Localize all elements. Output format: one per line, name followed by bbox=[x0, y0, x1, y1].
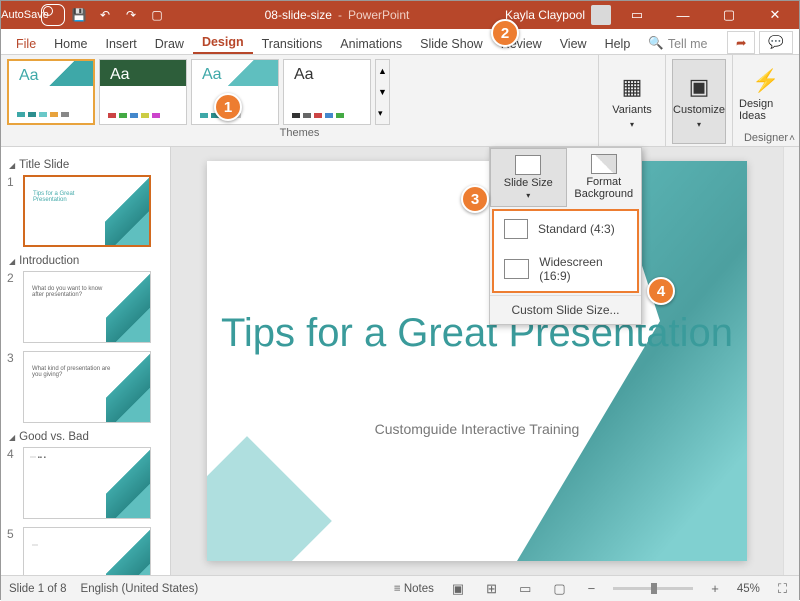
autosave-toggle[interactable]: AutoSave bbox=[13, 4, 65, 26]
callout-1: 1 bbox=[214, 93, 242, 121]
normal-view-icon[interactable]: ▣ bbox=[448, 579, 468, 599]
option-standard-43[interactable]: Standard (4:3) bbox=[494, 211, 637, 247]
fit-window-icon[interactable]: ⛶ bbox=[774, 579, 791, 599]
ribbon-tabs: File Home Insert Draw Design Transitions… bbox=[1, 29, 799, 55]
custom-slide-size-button[interactable]: Custom Slide Size... bbox=[490, 295, 641, 324]
format-bg-icon bbox=[591, 154, 617, 174]
vertical-scrollbar[interactable] bbox=[783, 147, 799, 575]
collapse-ribbon-icon[interactable]: ˄ bbox=[789, 133, 795, 144]
minimize-button[interactable]: — bbox=[663, 1, 703, 29]
zoom-in-button[interactable]: + bbox=[707, 579, 723, 598]
design-ideas-icon: ⚡ bbox=[752, 68, 779, 94]
window-title: 08-slide-size - PowerPoint bbox=[169, 8, 505, 22]
autosave-label: AutoSave bbox=[13, 4, 37, 26]
thumb-slide-3[interactable]: What kind of presentation areyou giving? bbox=[23, 351, 151, 423]
designer-group-label: Designer bbox=[739, 130, 793, 144]
theme-thumb-1[interactable]: Aa bbox=[7, 59, 95, 125]
zoom-out-button[interactable]: − bbox=[584, 579, 600, 598]
toggle-off-icon[interactable] bbox=[41, 4, 65, 26]
group-customize: ▣Customize▾ bbox=[666, 55, 733, 146]
group-variants: ▦Variants▾ bbox=[599, 55, 666, 146]
tab-help[interactable]: Help bbox=[596, 33, 640, 54]
tab-design[interactable]: Design bbox=[193, 31, 253, 54]
group-themes: Aa Aa Aa Aa ▲▼▾ Themes bbox=[1, 55, 599, 146]
callout-3: 3 bbox=[461, 185, 489, 213]
maximize-button[interactable]: ▢ bbox=[709, 1, 749, 29]
zoom-level[interactable]: 45% bbox=[737, 583, 760, 595]
customize-dropdown: Slide Size▾ Format Background Standard (… bbox=[489, 147, 642, 325]
thumb-slide-4[interactable]: ⋯ ▪▪ ▪ bbox=[23, 447, 151, 519]
tab-slideshow[interactable]: Slide Show bbox=[411, 33, 492, 54]
tab-home[interactable]: Home bbox=[45, 33, 96, 54]
slideshow-view-icon[interactable]: ▢ bbox=[549, 579, 569, 599]
variants-button[interactable]: ▦Variants▾ bbox=[605, 59, 659, 144]
thumb-slide-5[interactable]: ⋯ bbox=[23, 527, 151, 575]
slide-size-options: Standard (4:3) Widescreen (16:9) bbox=[492, 209, 639, 293]
variants-icon: ▦ bbox=[622, 74, 643, 100]
start-slideshow-icon[interactable]: ▢ bbox=[145, 4, 169, 26]
tab-animations[interactable]: Animations bbox=[331, 33, 411, 54]
undo-icon[interactable]: ↶ bbox=[93, 4, 117, 26]
lightbulb-icon: 🔍 bbox=[648, 36, 664, 51]
slide-title[interactable]: Tips for a Great Presentation bbox=[207, 311, 747, 356]
language-status[interactable]: English (United States) bbox=[81, 583, 199, 595]
option-widescreen-169[interactable]: Widescreen (16:9) bbox=[494, 247, 637, 291]
zoom-slider[interactable] bbox=[613, 587, 693, 590]
sorter-view-icon[interactable]: ⊞ bbox=[482, 579, 501, 599]
user-avatar[interactable] bbox=[591, 5, 611, 25]
tab-insert[interactable]: Insert bbox=[97, 33, 146, 54]
workspace: Title Slide 1Tips for a GreatPresentatio… bbox=[1, 147, 799, 575]
reading-view-icon[interactable]: ▭ bbox=[515, 579, 535, 599]
section-title-slide[interactable]: Title Slide bbox=[9, 159, 164, 171]
share-icon: ➦ bbox=[736, 35, 746, 50]
quick-access-toolbar: AutoSave 💾 ↶ ↷ ▢ bbox=[1, 4, 169, 26]
callout-4: 4 bbox=[647, 277, 675, 305]
tab-file[interactable]: File bbox=[7, 33, 45, 54]
themes-more-button[interactable]: ▲▼▾ bbox=[375, 59, 390, 125]
theme-thumb-4[interactable]: Aa bbox=[283, 59, 371, 125]
slide-subtitle[interactable]: Customguide Interactive Training bbox=[207, 421, 747, 437]
ribbon-options-icon[interactable]: ▭ bbox=[617, 1, 657, 29]
slide-counter[interactable]: Slide 1 of 8 bbox=[9, 583, 67, 595]
slide-size-icon bbox=[515, 155, 541, 175]
comments-button[interactable]: 💬 bbox=[759, 31, 793, 54]
tab-draw[interactable]: Draw bbox=[146, 33, 193, 54]
tab-view[interactable]: View bbox=[551, 33, 596, 54]
section-good-bad[interactable]: Good vs. Bad bbox=[9, 431, 164, 443]
customize-button[interactable]: ▣Customize▾ bbox=[672, 59, 726, 144]
save-icon[interactable]: 💾 bbox=[67, 4, 91, 26]
status-bar: Slide 1 of 8 English (United States) ≡ N… bbox=[1, 575, 799, 601]
slide-thumbnail-panel[interactable]: Title Slide 1Tips for a GreatPresentatio… bbox=[1, 147, 171, 575]
section-introduction[interactable]: Introduction bbox=[9, 255, 164, 267]
ribbon-design: Aa Aa Aa Aa ▲▼▾ Themes ▦Variants▾ ▣Custo… bbox=[1, 55, 799, 147]
title-bar: AutoSave 💾 ↶ ↷ ▢ 08-slide-size - PowerPo… bbox=[1, 1, 799, 29]
comment-icon: 💬 bbox=[768, 35, 784, 50]
close-button[interactable]: ✕ bbox=[755, 1, 795, 29]
customize-icon: ▣ bbox=[689, 74, 710, 100]
thumb-slide-2[interactable]: What do you want to knowafter presentati… bbox=[23, 271, 151, 343]
design-ideas-button[interactable]: ⚡Design Ideas bbox=[739, 59, 793, 130]
notes-button[interactable]: ≡ Notes bbox=[394, 583, 434, 595]
theme-thumb-2[interactable]: Aa bbox=[99, 59, 187, 125]
thumb-slide-1[interactable]: Tips for a GreatPresentation bbox=[23, 175, 151, 247]
tell-me-search[interactable]: 🔍Tell me bbox=[639, 32, 716, 54]
user-name: Kayla Claypool bbox=[505, 8, 585, 22]
redo-icon[interactable]: ↷ bbox=[119, 4, 143, 26]
slide-size-button[interactable]: Slide Size▾ bbox=[490, 148, 567, 207]
callout-2: 2 bbox=[491, 19, 519, 47]
format-background-button[interactable]: Format Background bbox=[567, 148, 642, 207]
doc-name: 08-slide-size bbox=[265, 8, 332, 22]
tab-transitions[interactable]: Transitions bbox=[253, 33, 332, 54]
share-button[interactable]: ➦ bbox=[727, 31, 755, 54]
slide-canvas[interactable]: Tips for a Great Presentation Customguid… bbox=[207, 161, 747, 561]
themes-group-label: Themes bbox=[7, 125, 592, 139]
app-name: PowerPoint bbox=[348, 8, 409, 22]
